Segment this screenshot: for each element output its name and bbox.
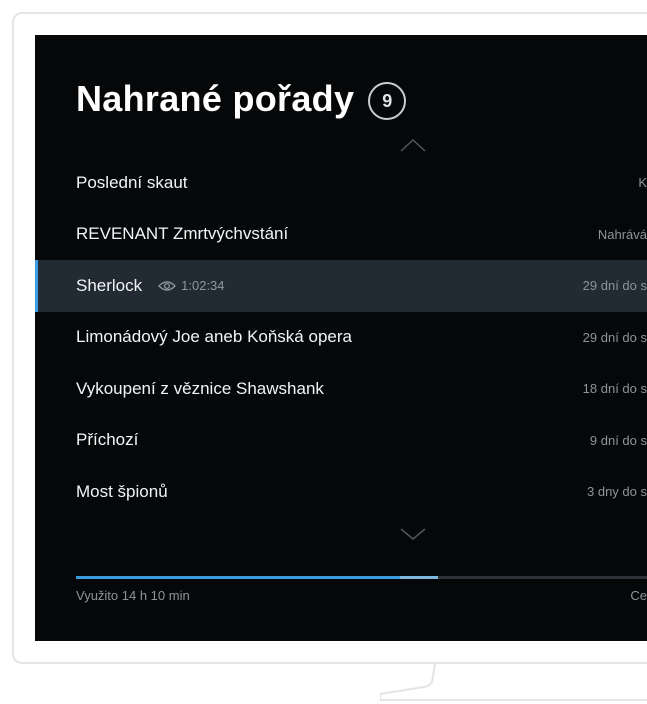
recording-title: REVENANT Zmrtvýchvstání: [76, 224, 289, 244]
recording-status: Nahrává: [597, 226, 647, 242]
recording-row[interactable]: Most špionů 3 dny do s: [35, 466, 647, 518]
watched-progress: 1:02:34: [158, 278, 225, 294]
recording-row[interactable]: REVENANT Zmrtvýchvstání Nahrává: [35, 209, 647, 261]
storage-progress-bar: [76, 576, 647, 579]
recording-title: Poslední skaut: [76, 172, 188, 192]
recordings-list: Poslední skaut K REVENANT Zmrtvýchvstání Na…: [35, 157, 647, 518]
tv-screen: Nahrané pořady 9 Poslední skaut K REVENANT…: [35, 35, 647, 641]
recording-title: Sherlock: [76, 275, 143, 295]
header: Nahrané pořady 9: [76, 78, 407, 120]
recording-status: 9 dní do s: [589, 432, 647, 448]
recording-title: Limonádový Joe aneb Koňská opera: [76, 327, 352, 347]
recording-row[interactable]: Sherlock 1:02:34 29 dní do s: [35, 260, 647, 312]
chevron-down-icon[interactable]: [398, 526, 428, 542]
recording-row[interactable]: Příchozí 9 dní do s: [35, 415, 647, 467]
recording-title: Příchozí: [76, 430, 139, 450]
recording-status: 3 dny do s: [587, 484, 647, 500]
recording-status: K: [638, 175, 647, 191]
storage-pending-fill: [400, 576, 438, 579]
recording-title: Vykoupení z věznice Shawshank: [76, 378, 324, 398]
recordings-count-badge: 9: [368, 82, 407, 120]
recording-status: 29 dní do s: [582, 329, 647, 345]
page-title: Nahrané pořady: [76, 78, 355, 119]
recording-row[interactable]: Limonádový Joe aneb Koňská opera 29 dní d…: [35, 312, 647, 364]
watched-time: 1:02:34: [181, 278, 225, 294]
recording-row[interactable]: Vykoupení z věznice Shawshank 18 dní do s: [35, 363, 647, 415]
storage-used-fill: [76, 576, 400, 579]
recording-status: 18 dní do s: [582, 381, 647, 397]
tv-stand: [380, 664, 647, 701]
eye-icon: [158, 281, 177, 291]
storage-total-label: Ce: [630, 588, 647, 603]
recording-title: Most špionů: [76, 481, 168, 501]
storage-used-label: Využito 14 h 10 min: [76, 588, 190, 603]
recording-row[interactable]: Poslední skaut K: [35, 157, 647, 209]
chevron-up-icon[interactable]: [398, 137, 428, 153]
recording-status: 29 dní do s: [582, 278, 647, 294]
